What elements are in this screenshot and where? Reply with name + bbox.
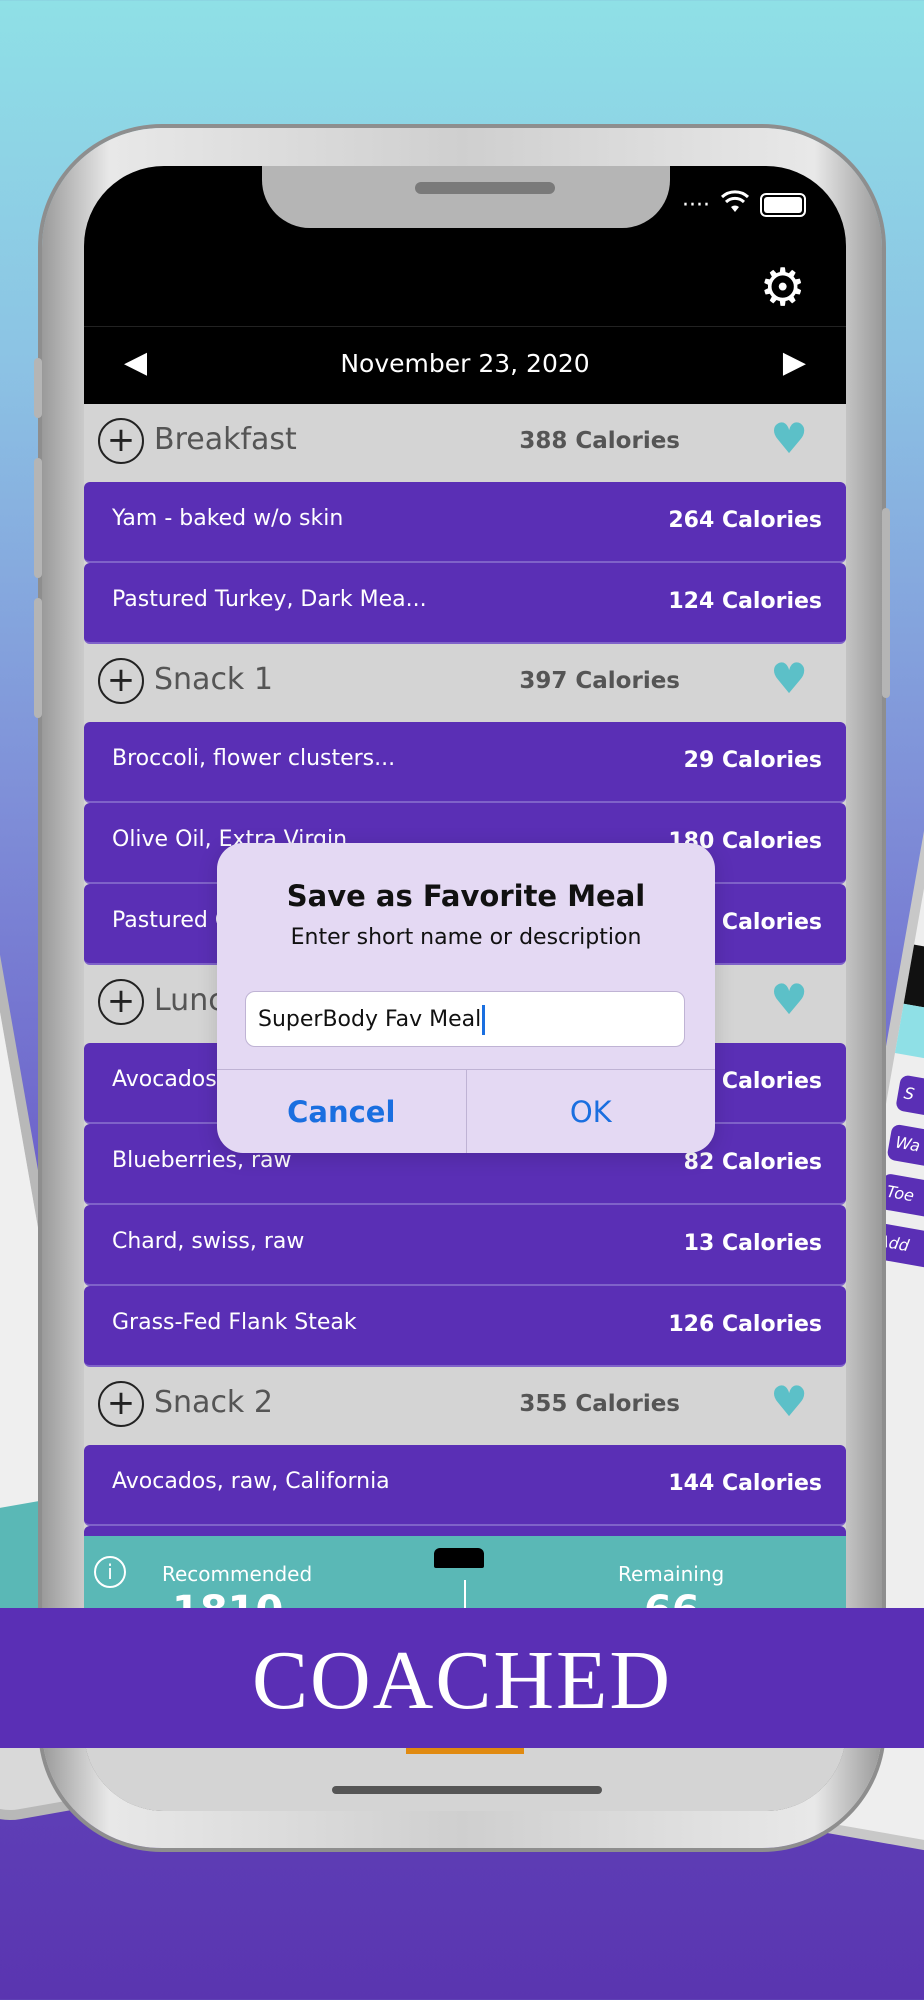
date-navigation-bar: ◀ November 23, 2020 ▶ — [84, 326, 846, 405]
food-name: Yam - baked w/o skin — [112, 506, 344, 531]
phone-power-button — [882, 508, 890, 698]
meal-name: Snack 2 — [154, 1385, 273, 1420]
meal-calories: 388 Calories — [519, 428, 680, 454]
home-indicator[interactable] — [332, 1786, 602, 1794]
food-calories: 29 Calories — [683, 748, 822, 773]
food-calories: 264 Calories — [668, 508, 822, 533]
phone-notch — [262, 166, 670, 228]
remaining-label: Remaining — [618, 1562, 725, 1586]
current-date: November 23, 2020 — [340, 349, 590, 378]
wifi-icon — [720, 190, 750, 220]
input-value: SuperBody Fav Meal — [258, 1007, 482, 1032]
food-calories: 8 Calories — [698, 910, 822, 935]
banner-text: COACHED — [251, 1634, 672, 1727]
cancel-button[interactable]: Cancel — [217, 1070, 467, 1153]
signal-icon: ···· — [682, 192, 710, 218]
right-phone-pill: Wa — [886, 1123, 924, 1181]
gear-icon[interactable]: ⚙ — [759, 262, 806, 314]
food-row[interactable]: Grass-Fed Flank Steak 126 Calories — [84, 1286, 846, 1367]
info-icon[interactable]: i — [94, 1556, 126, 1588]
food-calories: 82 Calories — [683, 1150, 822, 1175]
food-calories: 144 Calories — [668, 1471, 822, 1496]
add-food-plus-icon[interactable]: + — [98, 979, 144, 1025]
favorite-heart-icon[interactable]: ♥ — [770, 975, 808, 1024]
add-food-plus-icon[interactable]: + — [98, 418, 144, 464]
meal-name: Snack 1 — [154, 662, 273, 697]
dialog-title: Save as Favorite Meal — [286, 879, 646, 913]
food-calories: 124 Calories — [668, 589, 822, 614]
food-calories: 4 Calories — [698, 1069, 822, 1094]
add-food-plus-icon[interactable]: + — [98, 658, 144, 704]
next-day-arrow-icon[interactable]: ▶ — [783, 345, 806, 380]
food-row[interactable]: Yam - baked w/o skin 264 Calories — [84, 482, 846, 563]
recommended-label: Recommended — [162, 1562, 313, 1586]
add-food-plus-icon[interactable]: + — [98, 1381, 144, 1427]
battery-icon — [760, 193, 806, 217]
meal-calories: 397 Calories — [519, 668, 680, 694]
status-bar: ···· — [682, 190, 806, 220]
ok-button[interactable]: OK — [467, 1070, 716, 1153]
phone-volume-up — [34, 458, 42, 578]
food-name: Avocados, raw, California — [112, 1469, 390, 1494]
food-calories: 126 Calories — [668, 1312, 822, 1337]
phone-volume-down — [34, 598, 42, 718]
text-caret — [482, 1005, 486, 1035]
favorite-name-input[interactable]: SuperBody Fav Meal — [245, 991, 685, 1047]
chef-hat-icon — [434, 1548, 484, 1568]
favorite-heart-icon[interactable]: ♥ — [770, 1377, 808, 1426]
phone-mute-switch — [34, 358, 42, 418]
meal-header-breakfast: + Breakfast 388 Calories ♥ — [84, 404, 846, 482]
right-phone-pill: Toe — [877, 1172, 924, 1231]
food-row[interactable]: Chard, swiss, raw 13 Calories — [84, 1205, 846, 1286]
meal-name: Lunc — [154, 983, 225, 1018]
food-name: Pastured Turkey, Dark Mea... — [112, 587, 427, 612]
food-name: Pastured C — [112, 908, 231, 933]
dialog-message: Enter short name or description — [290, 925, 642, 950]
food-name: Chard, swiss, raw — [112, 1229, 305, 1254]
meal-header-snack-1: + Snack 1 397 Calories ♥ — [84, 644, 846, 722]
food-name: Broccoli, flower clusters... — [112, 746, 396, 771]
home-area — [84, 1746, 846, 1811]
meal-header-snack-2: + Snack 2 355 Calories ♥ — [84, 1367, 846, 1445]
meal-calories: 355 Calories — [519, 1391, 680, 1417]
food-row[interactable]: Pastured Turkey, Dark Mea... 124 Calorie… — [84, 563, 846, 644]
promo-banner: COACHED — [0, 1608, 924, 1748]
meal-name: Breakfast — [154, 422, 297, 457]
food-row[interactable]: Avocados, raw, California 144 Calories — [84, 1445, 846, 1526]
speaker-grille — [415, 182, 555, 194]
right-phone-pill: S — [895, 1074, 924, 1132]
favorite-heart-icon[interactable]: ♥ — [770, 414, 808, 463]
favorite-heart-icon[interactable]: ♥ — [770, 654, 808, 703]
food-name: Grass-Fed Flank Steak — [112, 1310, 357, 1335]
food-row[interactable]: Broccoli, flower clusters... 29 Calories — [84, 722, 846, 803]
food-calories: 13 Calories — [683, 1231, 822, 1256]
dialog-buttons: Cancel OK — [217, 1069, 715, 1153]
save-favorite-meal-dialog: Save as Favorite Meal Enter short name o… — [217, 843, 715, 1153]
food-name: Avocados, — [112, 1067, 224, 1092]
